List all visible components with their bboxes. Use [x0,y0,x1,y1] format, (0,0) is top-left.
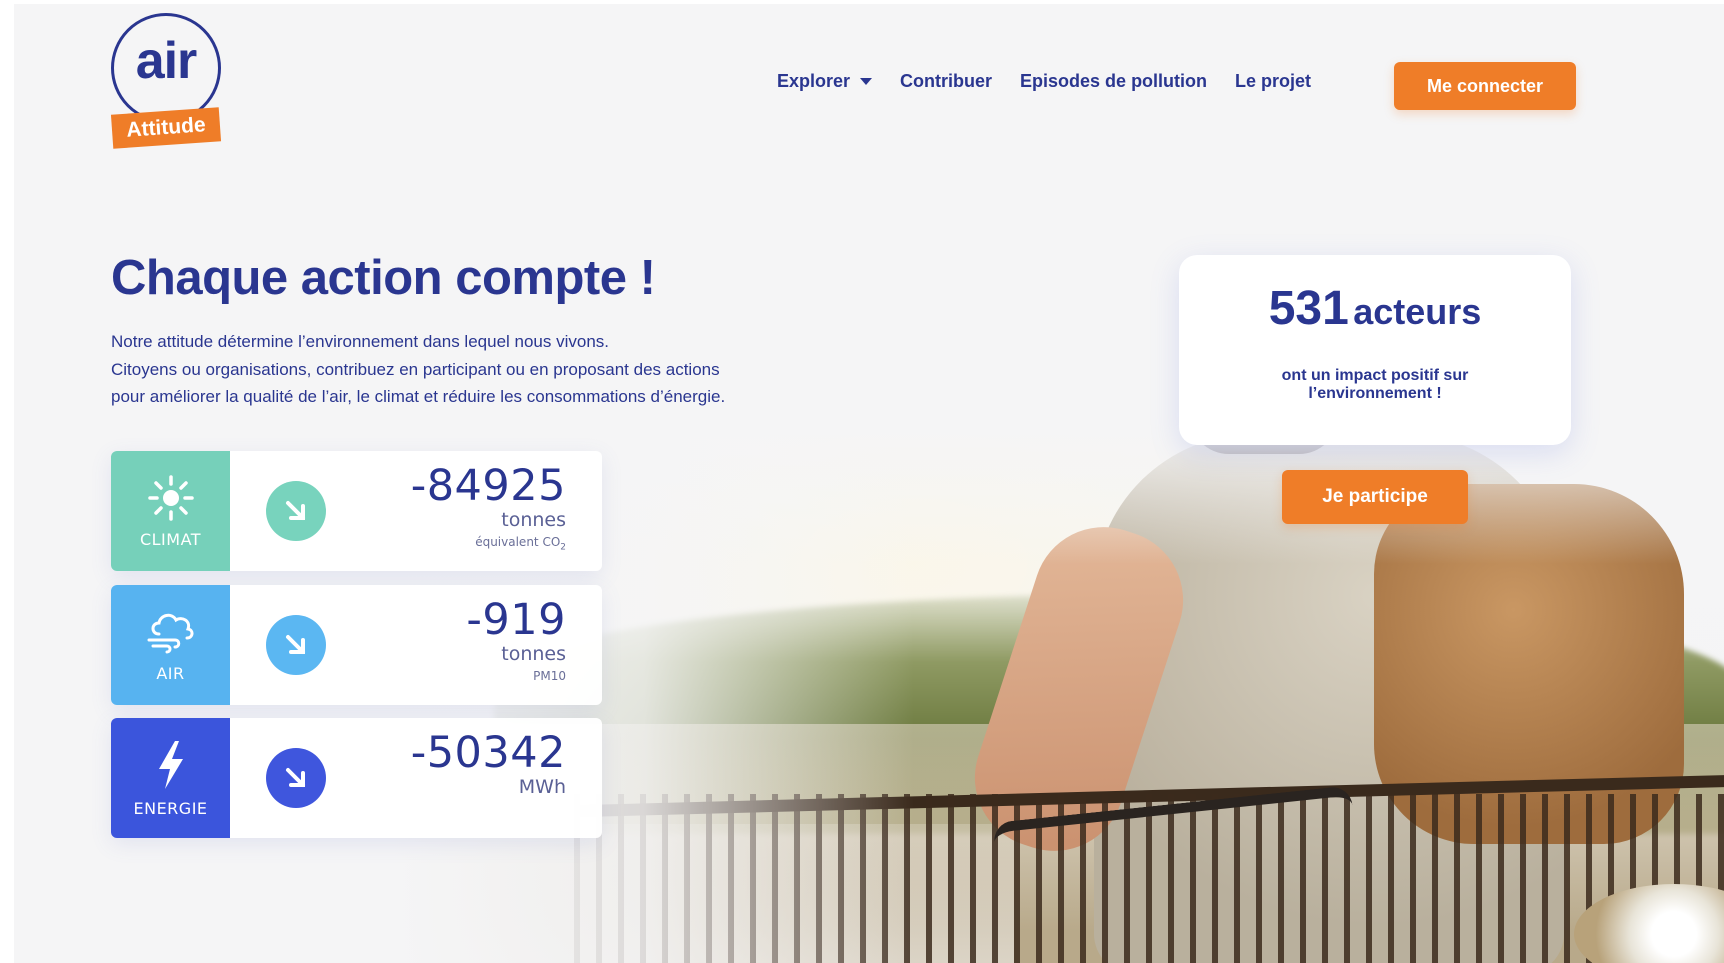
page: air Attitude Explorer Contribuer Episode… [14,4,1724,963]
stat-card-air: AIR -919 tonnes PM10 [111,585,602,705]
stat-unit: MWh [518,776,566,798]
actors-card: 531 acteurs ont un impact positif sur l’… [1179,255,1571,445]
logo-word: air [135,32,198,90]
logo-badge: Attitude [110,107,222,149]
stat-tile-energie: ENERGIE [111,718,230,838]
stat-label: CLIMAT [139,529,202,549]
stat-value: -50342 [410,728,566,778]
stat-unit: tonnes [501,509,566,531]
arrow-down-right-icon [266,748,326,808]
stat-subunit-suffix: 2 [560,542,566,553]
arrow-down-right-icon [266,615,326,675]
stat-tile-air: AIR [111,585,230,705]
actors-count-line: 531 acteurs [1179,281,1571,336]
je-participe-button[interactable]: Je participe [1282,470,1468,524]
stat-card-energie: ENERGIE -50342 MWh [111,718,602,838]
stat-subunit-text: équivalent CO [475,535,561,549]
wind-cloud-icon [147,613,193,653]
actors-word: acteurs [1353,291,1482,332]
air-attitude-logo[interactable]: air Attitude [110,13,233,149]
stat-value: -84925 [410,461,566,511]
nav-item-label: Episodes de pollution [1020,71,1208,91]
nav-item-label: Le projet [1235,71,1312,91]
login-button[interactable]: Me connecter [1394,62,1576,110]
nav-item-episodes[interactable]: Episodes de pollution [1020,71,1207,92]
actors-description: ont un impact positif sur l’environnemen… [1281,367,1469,402]
stat-card-climat: CLIMAT -84925 tonnes équivalent CO2 [111,451,602,571]
nav-item-label: Contribuer [900,71,993,91]
nav-item-contribuer[interactable]: Contribuer [900,71,992,92]
nav-item-explorer[interactable]: Explorer [777,71,873,92]
stat-tile-climat: CLIMAT [111,451,230,571]
stat-value-block: -50342 MWh [411,730,566,798]
lightning-icon [158,740,183,789]
stat-subunit: PM10 [533,669,566,683]
stat-value-block: -919 tonnes PM10 [466,597,566,687]
arrow-down-right-icon [266,481,326,541]
nav-item-projet[interactable]: Le projet [1235,71,1311,92]
hero-line: Notre attitude détermine l’environnement… [111,332,610,351]
sun-icon [147,474,194,521]
stat-subunit: équivalent CO2 [411,531,566,558]
stat-value-block: -84925 tonnes équivalent CO2 [411,463,566,558]
stat-label: ENERGIE [133,798,208,818]
main-nav: Explorer Contribuer Episodes de pollutio… [777,71,1311,92]
hero-line: pour améliorer la qualité de l’air, le c… [111,387,726,406]
stat-unit: tonnes [501,643,566,665]
nav-item-label: Explorer [777,71,851,91]
caret-down-icon [860,78,873,85]
stat-label: AIR [156,663,185,683]
actors-count: 531 [1268,282,1349,335]
hero-description: Notre attitude détermine l’environnement… [111,328,831,411]
page-title: Chaque action compte ! [111,251,656,305]
hero-line: Citoyens ou organisations, contribuez en… [111,359,720,379]
stat-value: -919 [466,595,566,645]
